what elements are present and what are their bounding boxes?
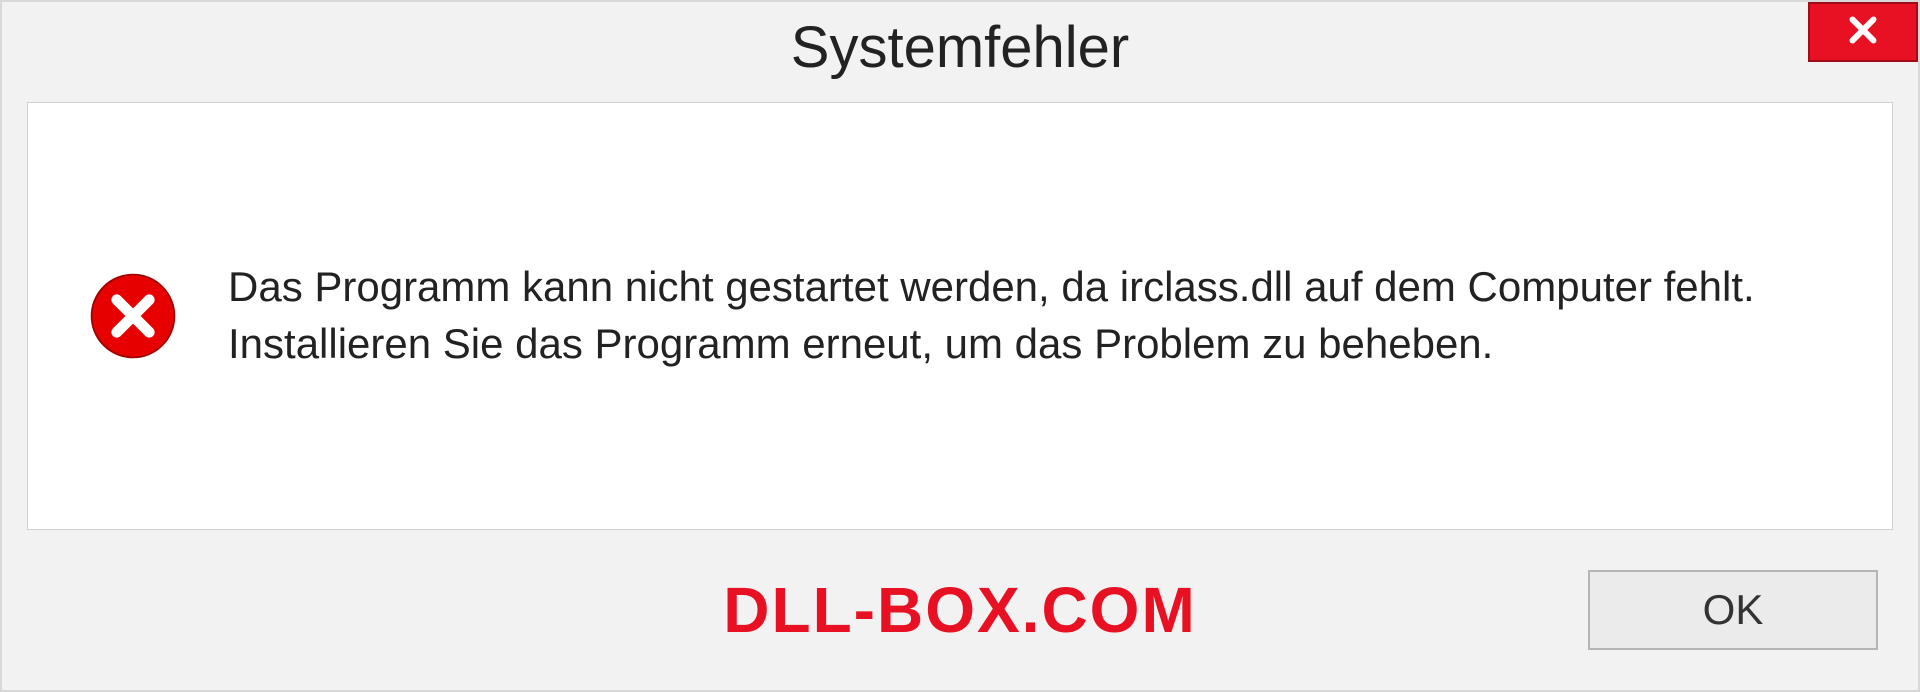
error-message: Das Programm kann nicht gestartet werden… bbox=[228, 259, 1832, 372]
titlebar: Systemfehler bbox=[2, 2, 1918, 92]
error-icon bbox=[88, 271, 178, 361]
ok-button-label: OK bbox=[1703, 586, 1764, 634]
close-icon bbox=[1845, 12, 1881, 53]
ok-button[interactable]: OK bbox=[1588, 570, 1878, 650]
dialog-footer: DLL-BOX.COM OK bbox=[2, 550, 1918, 690]
watermark-text: DLL-BOX.COM bbox=[723, 573, 1197, 647]
close-button[interactable] bbox=[1808, 2, 1918, 62]
content-panel: Das Programm kann nicht gestartet werden… bbox=[27, 102, 1893, 530]
dialog-title: Systemfehler bbox=[791, 14, 1129, 81]
error-dialog: Systemfehler Das Programm kann nicht ges… bbox=[0, 0, 1920, 692]
